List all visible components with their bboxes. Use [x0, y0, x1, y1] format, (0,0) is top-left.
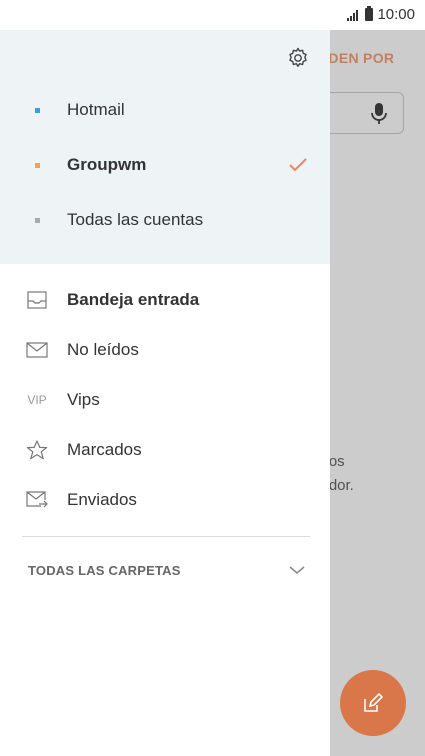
- account-item-groupwm[interactable]: Groupwm: [0, 145, 330, 185]
- inbox-icon: [26, 290, 48, 310]
- divider: [22, 536, 310, 537]
- star-icon: [26, 440, 48, 460]
- account-color-dot: [35, 107, 40, 113]
- status-icons: 10:00: [347, 6, 415, 23]
- compose-button[interactable]: [340, 670, 406, 736]
- checkmark-icon: [289, 158, 307, 172]
- all-folders-header[interactable]: TODAS LAS CARPETAS: [28, 563, 181, 578]
- account-item-hotmail[interactable]: Hotmail: [0, 90, 330, 130]
- clock: 10:00: [377, 6, 415, 23]
- folder-item-unread[interactable]: No leídos: [0, 330, 330, 370]
- sent-icon: [26, 490, 48, 510]
- accounts-panel: Hotmail Groupwm Todas las cuentas: [0, 30, 330, 264]
- envelope-icon: [26, 340, 48, 360]
- navigation-drawer: Hotmail Groupwm Todas las cuentas Bandej…: [0, 30, 330, 756]
- signal-icon: [347, 9, 361, 21]
- account-color-dot: [35, 217, 40, 223]
- folder-item-starred[interactable]: Marcados: [0, 430, 330, 470]
- settings-gear-icon[interactable]: [286, 46, 310, 70]
- vip-icon: VIP: [27, 393, 47, 407]
- account-color-dot: [35, 162, 40, 168]
- folder-item-inbox[interactable]: Bandeja entrada: [0, 280, 330, 320]
- status-bar: 10:00: [0, 0, 425, 30]
- folder-item-sent[interactable]: Enviados: [0, 480, 330, 520]
- chevron-down-icon[interactable]: [288, 564, 306, 576]
- battery-icon: [365, 6, 374, 21]
- account-item-all[interactable]: Todas las cuentas: [0, 200, 330, 240]
- compose-icon: [364, 692, 384, 712]
- folder-item-vips[interactable]: VIP Vips: [0, 380, 330, 420]
